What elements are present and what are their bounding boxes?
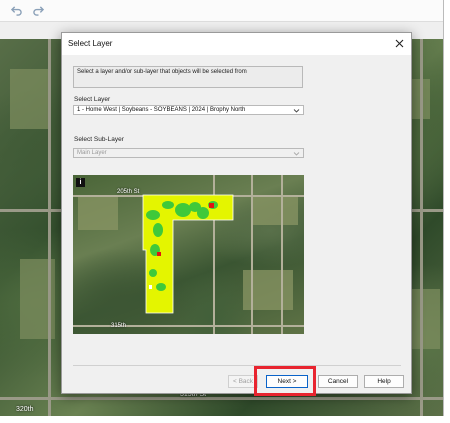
layer-select-value: 1 - Home West | Soybeans - SOYBEANS | 20…	[77, 107, 246, 113]
green-zone	[149, 269, 157, 277]
preview-road-label: 315th	[111, 323, 127, 329]
help-button[interactable]: Help	[364, 375, 404, 388]
green-zone	[175, 203, 191, 217]
toolbar	[0, 0, 443, 22]
sublayer-select-value: Main Layer	[77, 150, 107, 156]
close-icon[interactable]	[394, 38, 405, 49]
green-zone	[153, 223, 163, 237]
next-button-highlight	[254, 366, 316, 396]
select-layer-dialog: Select Layer Select a layer and/or sub-l…	[61, 32, 412, 394]
layer-preview-map[interactable]: i 205th St 315th	[73, 175, 304, 334]
red-zone	[157, 252, 161, 256]
chevron-down-icon	[293, 150, 300, 157]
instruction-text: Select a layer and/or sub-layer that obj…	[73, 66, 303, 88]
dialog-title: Select Layer	[68, 39, 113, 48]
preview-road-label: 205th St	[117, 189, 140, 195]
green-zone	[156, 283, 166, 291]
info-icon[interactable]: i	[76, 178, 85, 187]
undo-icon[interactable]	[10, 5, 22, 17]
red-zone	[209, 203, 214, 208]
field-boundary-overlay	[142, 194, 234, 314]
cancel-button[interactable]: Cancel	[318, 375, 358, 388]
dialog-separator	[73, 365, 401, 366]
window-edge	[0, 416, 450, 423]
sublayer-label: Select Sub-Layer	[74, 136, 124, 143]
green-zone	[197, 207, 209, 219]
map-road-label: 320th	[16, 406, 34, 413]
redo-icon[interactable]	[32, 5, 44, 17]
dialog-titlebar: Select Layer	[62, 33, 411, 55]
green-zone	[146, 210, 160, 220]
window-edge	[444, 0, 450, 423]
layer-label: Select Layer	[74, 96, 111, 103]
sublayer-select: Main Layer	[73, 148, 304, 158]
green-zone	[162, 201, 174, 209]
chevron-down-icon	[293, 107, 300, 114]
white-zone	[149, 285, 152, 289]
layer-select[interactable]: 1 - Home West | Soybeans - SOYBEANS | 20…	[73, 105, 304, 115]
